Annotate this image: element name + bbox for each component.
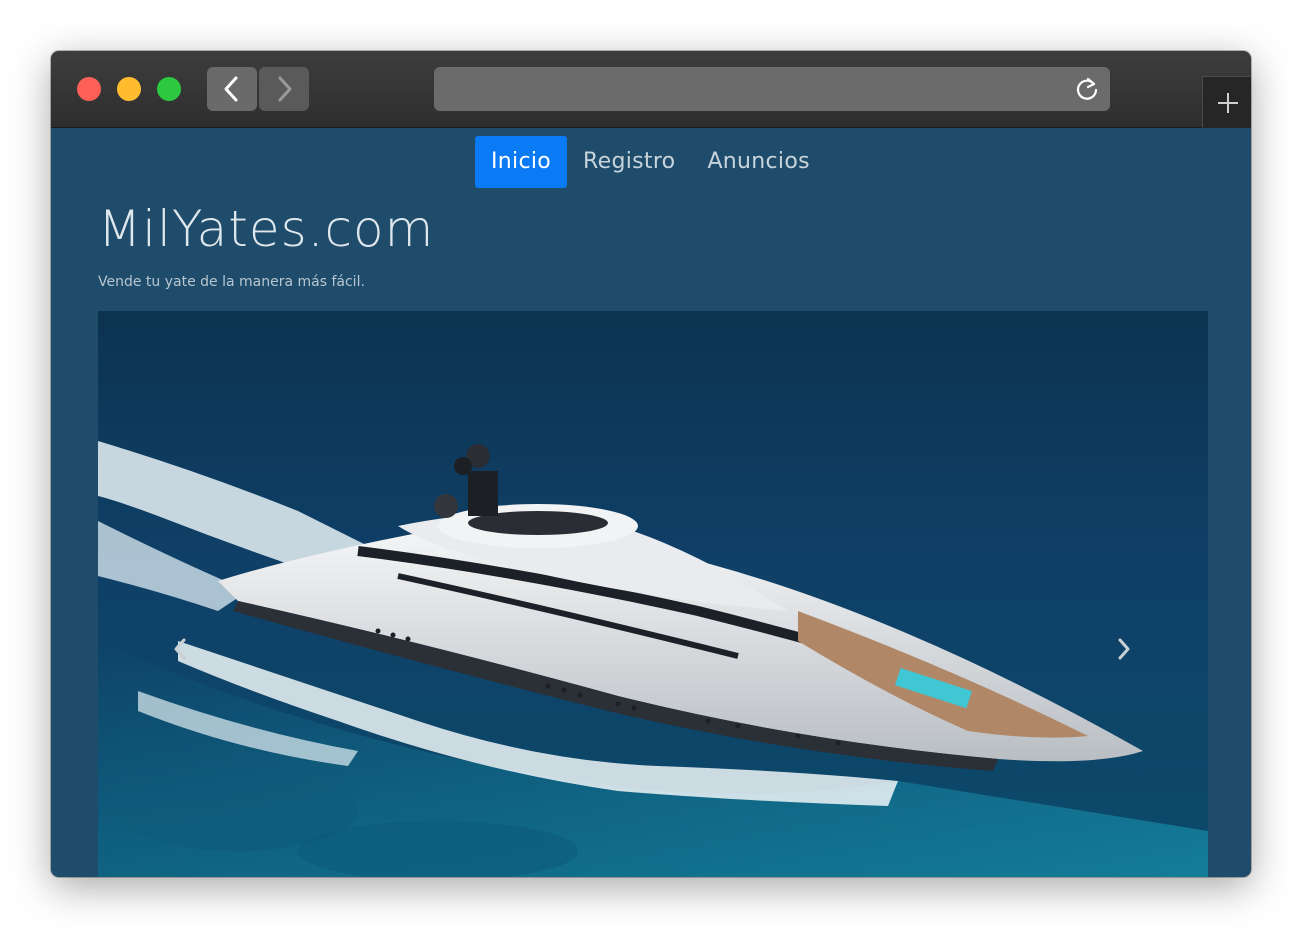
new-tab-button[interactable] <box>1202 76 1251 128</box>
carousel-prev-button[interactable] <box>165 629 195 669</box>
reload-icon[interactable] <box>1074 76 1100 102</box>
site-title: MilYates.com <box>98 200 435 258</box>
chevron-left-icon <box>174 638 186 660</box>
nav-item-inicio[interactable]: Inicio <box>475 136 568 188</box>
close-window-button[interactable] <box>77 77 101 101</box>
site-tagline: Vende tu yate de la manera más fácil. <box>98 274 365 290</box>
browser-window: Inicio Registro Anuncios MilYates.com Ve… <box>51 51 1251 877</box>
chevron-right-icon <box>1118 638 1130 660</box>
forward-button[interactable] <box>259 67 309 111</box>
carousel-next-button[interactable] <box>1109 629 1139 669</box>
chevron-right-icon <box>278 76 292 102</box>
yacht-photo <box>98 311 1208 877</box>
chevron-left-icon <box>224 76 238 102</box>
nav-item-registro[interactable]: Registro <box>567 136 691 188</box>
yacht-carousel <box>98 311 1208 877</box>
page-content: Inicio Registro Anuncios MilYates.com Ve… <box>51 128 1251 877</box>
browser-toolbar <box>51 51 1251 128</box>
nav-item-anuncios[interactable]: Anuncios <box>691 136 825 188</box>
plus-icon <box>1217 92 1238 113</box>
back-button[interactable] <box>207 67 257 111</box>
main-nav: Inicio Registro Anuncios <box>475 136 826 188</box>
minimize-window-button[interactable] <box>117 77 141 101</box>
address-bar[interactable] <box>434 67 1110 111</box>
zoom-window-button[interactable] <box>157 77 181 101</box>
